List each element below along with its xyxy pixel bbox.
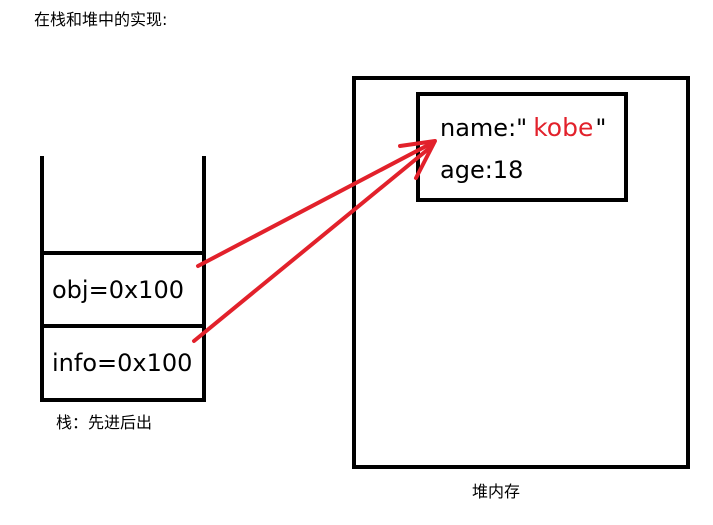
stack-caption: 栈：先进后出 [56,413,153,432]
stack-cell-obj: obj=0x100 [40,251,206,328]
name-close-quote: " [595,114,607,142]
stack-cell-info: info=0x100 [40,324,206,402]
stack-right-wall [202,156,206,256]
name-key: name:" [440,114,528,142]
diagram-title: 在栈和堆中的实现: [34,10,168,29]
heap-caption: 堆内存 [472,482,521,501]
stack-cell-label: info=0x100 [52,349,193,377]
object-age-property: age:18 [440,156,524,184]
heap-object-box: name:" kobe" age:18 [416,92,628,202]
object-name-property: name:" kobe" [440,113,607,143]
stack-left-wall [40,156,44,256]
stack-cell-label: obj=0x100 [52,275,184,304]
name-value: kobe [533,113,594,142]
